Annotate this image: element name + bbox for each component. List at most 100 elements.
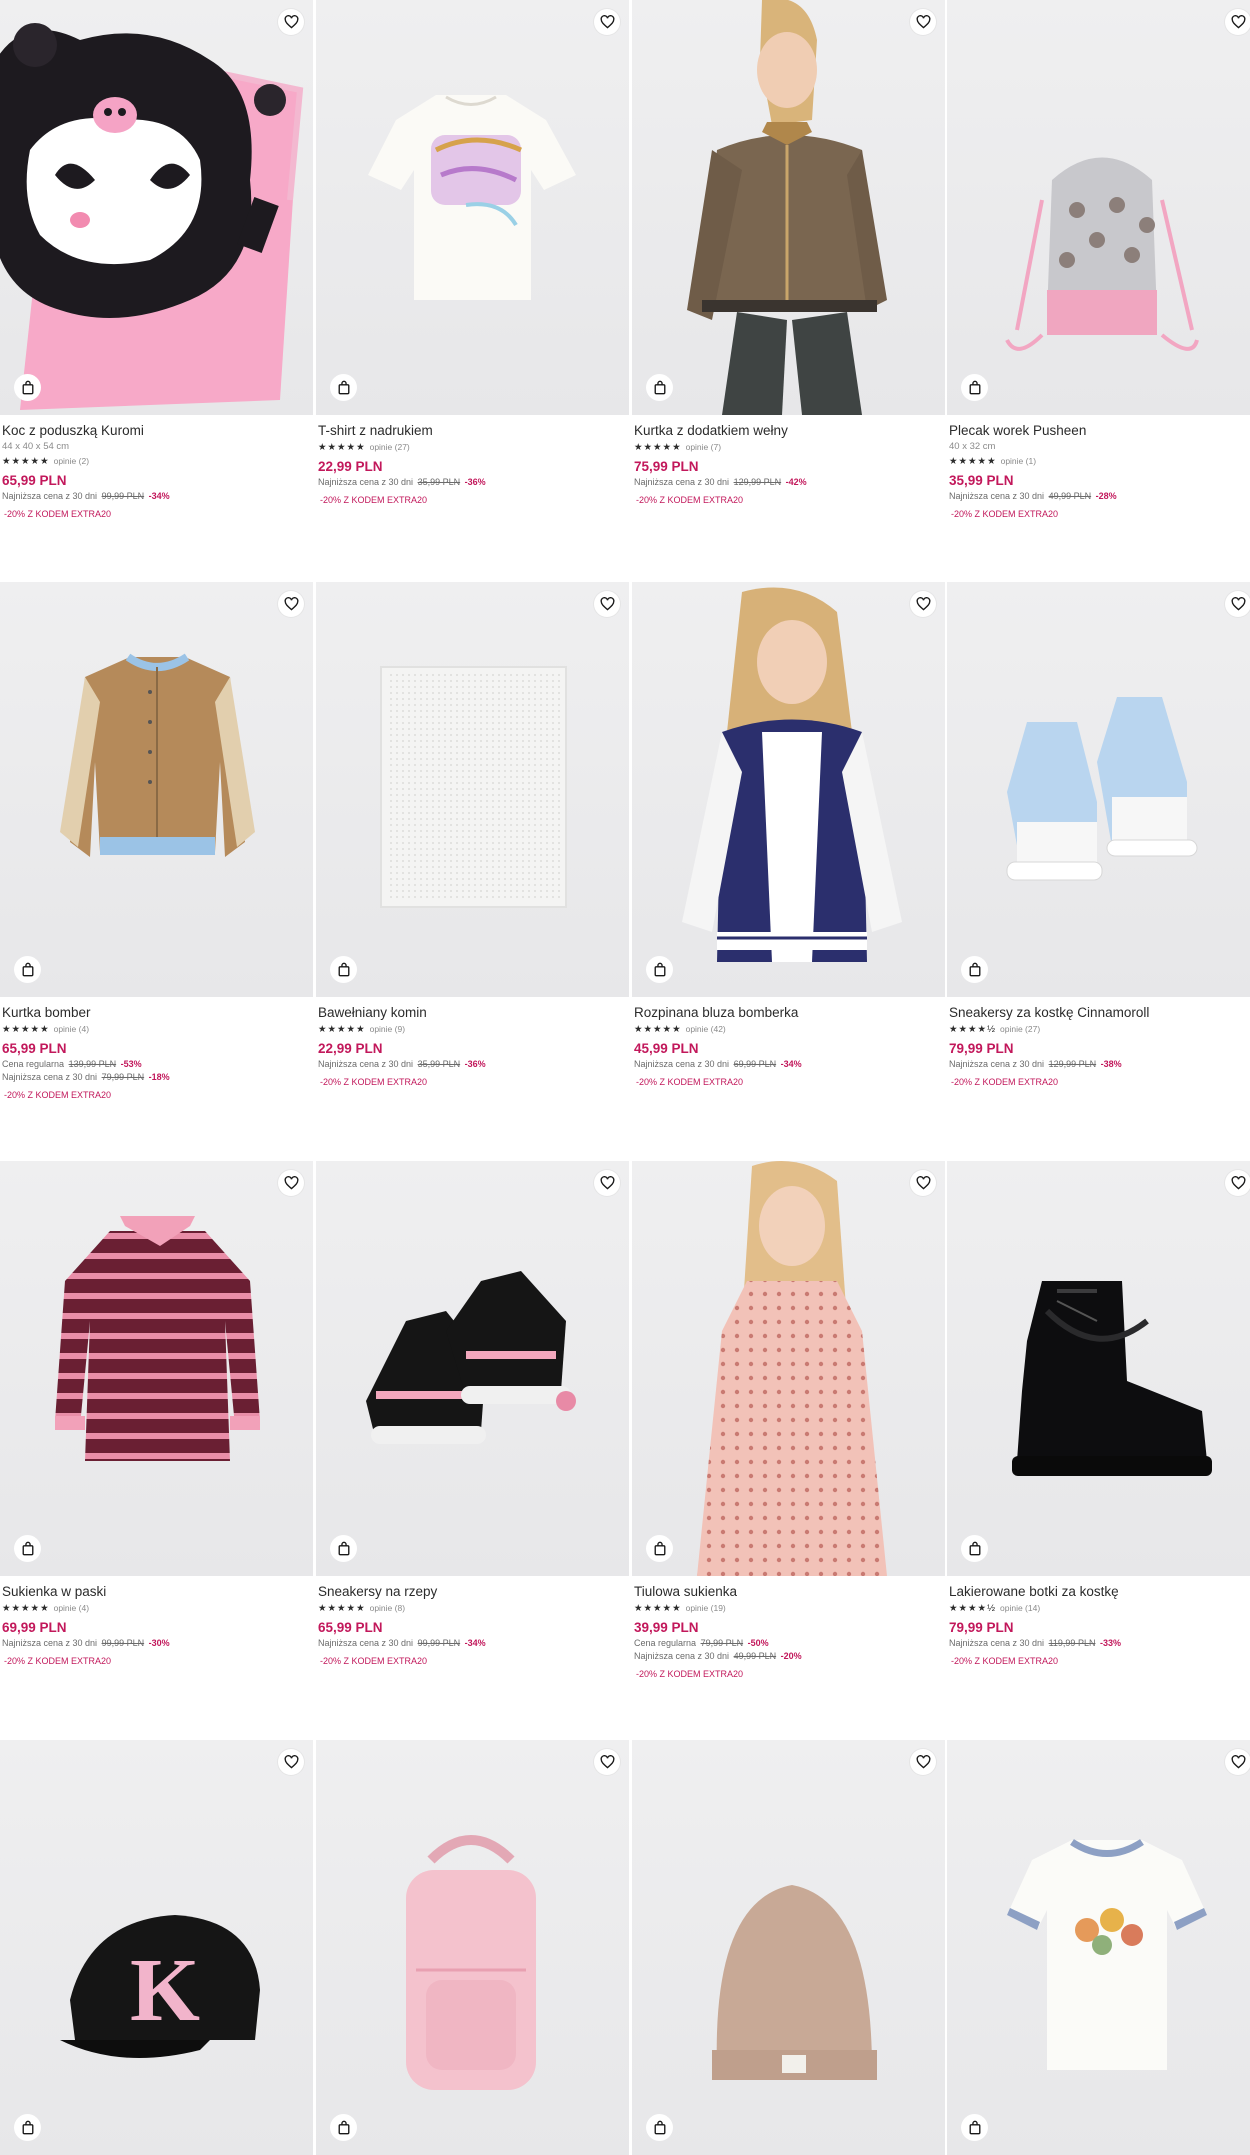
product-price: 65,99 PLN	[2, 1041, 67, 1056]
product-card[interactable]: Bawełniany komin ★★★★★ opinie (9) 22,99 …	[316, 582, 629, 1089]
heart-icon	[1231, 1755, 1246, 1769]
add-to-bag-button[interactable]	[330, 374, 357, 401]
wishlist-button[interactable]	[1225, 1749, 1250, 1775]
product-photo	[1005, 157, 1199, 351]
add-to-bag-button[interactable]	[961, 2114, 988, 2141]
wishlist-button[interactable]	[594, 1749, 620, 1775]
product-name[interactable]: Kurtka bomber	[2, 1004, 313, 1022]
add-to-bag-button[interactable]	[961, 1535, 988, 1562]
product-image[interactable]	[632, 582, 945, 997]
product-card[interactable]	[316, 1740, 629, 2155]
review-count[interactable]: opinie (4)	[54, 1024, 89, 1034]
wishlist-button[interactable]	[594, 591, 620, 617]
product-name[interactable]: Bawełniany komin	[318, 1004, 629, 1022]
add-to-bag-button[interactable]	[14, 956, 41, 983]
add-to-bag-button[interactable]	[961, 374, 988, 401]
wishlist-button[interactable]	[594, 9, 620, 35]
product-image[interactable]	[0, 582, 313, 997]
review-count[interactable]: opinie (27)	[370, 442, 410, 452]
product-name[interactable]: Sneakersy na rzepy	[318, 1583, 629, 1601]
review-count[interactable]: opinie (4)	[54, 1603, 89, 1613]
product-price: 65,99 PLN	[2, 473, 67, 488]
wishlist-button[interactable]	[1225, 1170, 1250, 1196]
heart-icon	[1231, 1176, 1246, 1190]
product-image[interactable]	[0, 0, 313, 415]
product-card[interactable]: Kurtka bomber ★★★★★ opinie (4) 65,99 PLN…	[0, 582, 313, 1102]
product-image[interactable]	[632, 0, 945, 415]
wishlist-button[interactable]	[910, 1749, 936, 1775]
add-to-bag-button[interactable]	[14, 1535, 41, 1562]
add-to-bag-button[interactable]	[646, 2114, 673, 2141]
old-price: 79,99 PLN	[700, 1638, 744, 1648]
wishlist-button[interactable]	[910, 591, 936, 617]
product-card[interactable]: Sukienka w paski ★★★★★ opinie (4) 69,99 …	[0, 1161, 313, 1668]
product-card[interactable]: Koc z poduszką Kuromi 44 x 40 x 54 cm ★★★…	[0, 0, 313, 521]
review-count[interactable]: opinie (27)	[1000, 1024, 1040, 1034]
rating-stars: ★★★★★	[318, 1023, 366, 1035]
shopping-bag-icon	[968, 962, 982, 977]
product-card[interactable]: Lakierowane botki za kostkę ★★★★½ opinie…	[947, 1161, 1250, 1668]
product-name[interactable]: Kurtka z dodatkiem wełny	[634, 422, 945, 440]
product-image[interactable]	[316, 1161, 629, 1576]
product-image[interactable]	[0, 1161, 313, 1576]
shopping-bag-icon	[337, 1541, 351, 1556]
add-to-bag-button[interactable]	[646, 1535, 673, 1562]
add-to-bag-button[interactable]	[330, 956, 357, 983]
review-count[interactable]: opinie (19)	[686, 1603, 726, 1613]
product-card[interactable]: Tiulowa sukienka ★★★★★ opinie (19) 39,99…	[632, 1161, 945, 1681]
wishlist-button[interactable]	[278, 9, 304, 35]
add-to-bag-button[interactable]	[14, 374, 41, 401]
add-to-bag-button[interactable]	[961, 956, 988, 983]
product-card[interactable]: Rozpinana bluza bomberka ★★★★★ opinie (4…	[632, 582, 945, 1089]
promo-code-label: -20% Z KODEM EXTRA20	[320, 1656, 428, 1666]
product-info: Sukienka w paski ★★★★★ opinie (4) 69,99 …	[0, 1576, 313, 1668]
product-card[interactable]: Sneakersy za kostkę Cinnamoroll ★★★★½ op…	[947, 582, 1250, 1089]
product-image[interactable]	[632, 1740, 945, 2155]
wishlist-button[interactable]	[910, 1170, 936, 1196]
product-name[interactable]: Sneakersy za kostkę Cinnamoroll	[949, 1004, 1250, 1022]
review-count[interactable]: opinie (8)	[370, 1603, 405, 1613]
product-name[interactable]: T-shirt z nadrukiem	[318, 422, 629, 440]
review-count[interactable]: opinie (7)	[686, 442, 721, 452]
review-count[interactable]: opinie (2)	[54, 456, 89, 466]
product-name[interactable]: Tiulowa sukienka	[634, 1583, 945, 1601]
product-card[interactable]: Plecak worek Pusheen 40 x 32 cm ★★★★★ opi…	[947, 0, 1250, 521]
product-image[interactable]: K	[0, 1740, 313, 2155]
product-image[interactable]	[947, 582, 1250, 997]
product-card[interactable]: Sneakersy na rzepy ★★★★★ opinie (8) 65,9…	[316, 1161, 629, 1668]
product-name[interactable]: Rozpinana bluza bomberka	[634, 1004, 945, 1022]
add-to-bag-button[interactable]	[14, 2114, 41, 2141]
review-count[interactable]: opinie (1)	[1001, 456, 1036, 466]
product-image[interactable]	[947, 0, 1250, 415]
review-count[interactable]: opinie (9)	[370, 1024, 405, 1034]
product-name[interactable]: Plecak worek Pusheen	[949, 422, 1250, 440]
product-name[interactable]: Sukienka w paski	[2, 1583, 313, 1601]
add-to-bag-button[interactable]	[646, 956, 673, 983]
add-to-bag-button[interactable]	[330, 2114, 357, 2141]
product-image[interactable]	[316, 582, 629, 997]
price-history: Najniższa cena z 30 dni 119,99 PLN -33%	[949, 1637, 1250, 1650]
wishlist-button[interactable]	[910, 9, 936, 35]
product-name[interactable]: Lakierowane botki za kostkę	[949, 1583, 1250, 1601]
wishlist-button[interactable]	[278, 1749, 304, 1775]
product-card[interactable]: K	[0, 1740, 313, 2155]
add-to-bag-button[interactable]	[330, 1535, 357, 1562]
review-count[interactable]: opinie (14)	[1000, 1603, 1040, 1613]
product-image[interactable]	[947, 1740, 1250, 2155]
wishlist-button[interactable]	[594, 1170, 620, 1196]
wishlist-button[interactable]	[278, 1170, 304, 1196]
wishlist-button[interactable]	[1225, 591, 1250, 617]
wishlist-button[interactable]	[278, 591, 304, 617]
product-image[interactable]	[316, 1740, 629, 2155]
product-card[interactable]	[947, 1740, 1250, 2155]
product-image[interactable]	[632, 1161, 945, 1576]
product-card[interactable]	[632, 1740, 945, 2155]
add-to-bag-button[interactable]	[646, 374, 673, 401]
product-card[interactable]: Kurtka z dodatkiem wełny ★★★★★ opinie (7…	[632, 0, 945, 507]
product-card[interactable]: T-shirt z nadrukiem ★★★★★ opinie (27) 22…	[316, 0, 629, 507]
product-image[interactable]	[947, 1161, 1250, 1576]
product-image[interactable]	[316, 0, 629, 415]
review-count[interactable]: opinie (42)	[686, 1024, 726, 1034]
product-name[interactable]: Koc z poduszką Kuromi	[2, 422, 313, 440]
wishlist-button[interactable]	[1225, 9, 1250, 35]
